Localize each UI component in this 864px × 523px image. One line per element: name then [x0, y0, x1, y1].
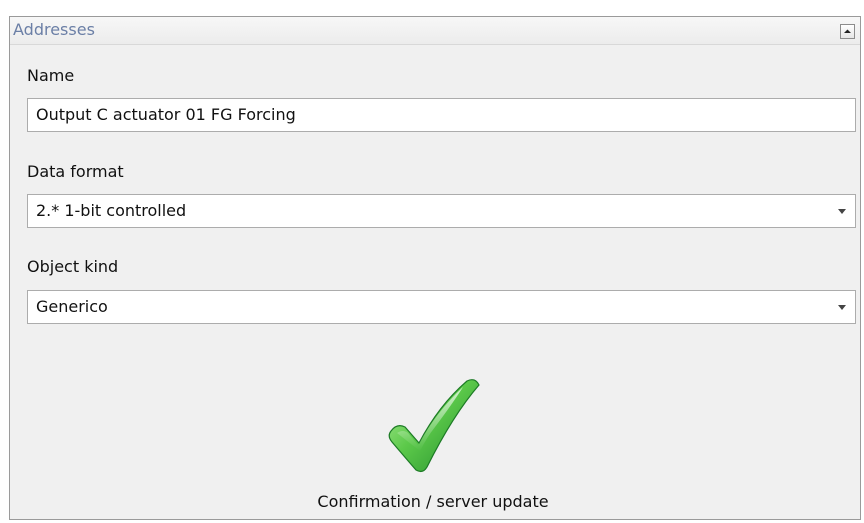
name-input-value: Output C actuator 01 FG Forcing — [36, 105, 296, 124]
dropdown-arrow-icon[interactable] — [838, 305, 846, 310]
name-input[interactable]: Output C actuator 01 FG Forcing — [27, 98, 856, 132]
confirm-label: Confirmation / server update — [317, 492, 549, 511]
data-format-value: 2.* 1-bit controlled — [36, 201, 187, 220]
addresses-panel: Addresses Name Output C actuator 01 FG F… — [9, 16, 861, 520]
object-kind-value: Generico — [36, 297, 108, 316]
data-format-label: Data format — [27, 162, 124, 181]
checkmark-icon — [388, 379, 480, 473]
panel-title: Addresses — [13, 20, 95, 39]
page: Addresses Name Output C actuator 01 FG F… — [0, 0, 864, 523]
chevron-up-icon — [844, 29, 851, 33]
object-kind-label: Object kind — [27, 257, 119, 276]
dropdown-arrow-icon[interactable] — [838, 209, 846, 214]
object-kind-select[interactable]: Generico — [27, 290, 856, 324]
panel-header: Addresses — [10, 17, 860, 45]
name-label: Name — [27, 66, 75, 85]
confirm-button[interactable]: Confirmation / server update — [283, 375, 583, 511]
collapse-button[interactable] — [840, 24, 855, 39]
data-format-select[interactable]: 2.* 1-bit controlled — [27, 194, 856, 228]
